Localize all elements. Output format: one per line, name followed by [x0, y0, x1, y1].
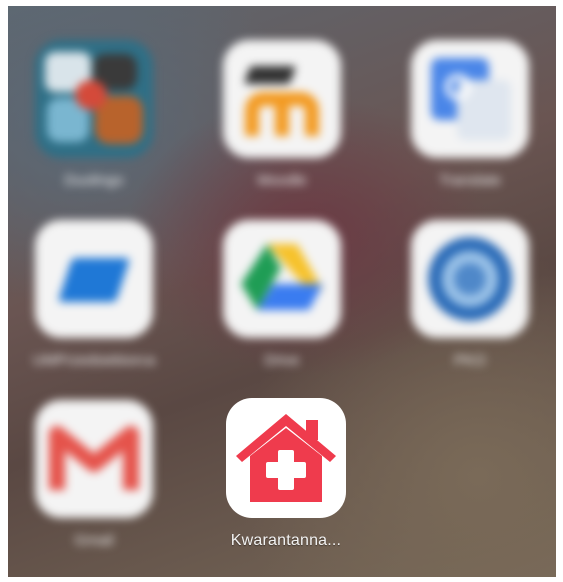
- app-duolingo[interactable]: Duolingo: [29, 40, 159, 189]
- app-label: PKO: [454, 352, 486, 369]
- moodle-m-icon: [223, 40, 341, 158]
- app-label: Translate: [439, 172, 501, 189]
- app-label: Gmail: [74, 532, 114, 549]
- app-moodle[interactable]: Moodle: [217, 40, 347, 189]
- gmail-m-icon: [35, 400, 153, 518]
- app-label: Kwarantanna...: [230, 532, 342, 549]
- app-folder: Duolingo Moodle Translate UMPrzedsiebior…: [8, 6, 556, 577]
- drive-triangle-icon: [223, 220, 341, 338]
- translate-icon: [411, 40, 529, 158]
- app-label: Moodle: [257, 172, 307, 189]
- blue-parallelogram-icon: [35, 220, 153, 338]
- colorful-game-icon: [35, 40, 153, 158]
- app-label: Duolingo: [64, 172, 124, 189]
- app-gmail[interactable]: Gmail: [29, 400, 159, 549]
- house-cross-icon: [226, 398, 346, 518]
- app-kwarantanna[interactable]: Kwarantanna...: [221, 398, 351, 550]
- app-pko[interactable]: PKO: [405, 220, 535, 369]
- app-drive[interactable]: Drive: [217, 220, 347, 369]
- app-translate[interactable]: Translate: [405, 40, 535, 189]
- app-label: UMPrzedsiebiorca: [32, 352, 156, 369]
- app-label: Drive: [264, 352, 300, 369]
- round-globe-icon: [411, 220, 529, 338]
- app-umprzedsiebiorca[interactable]: UMPrzedsiebiorca: [29, 220, 159, 369]
